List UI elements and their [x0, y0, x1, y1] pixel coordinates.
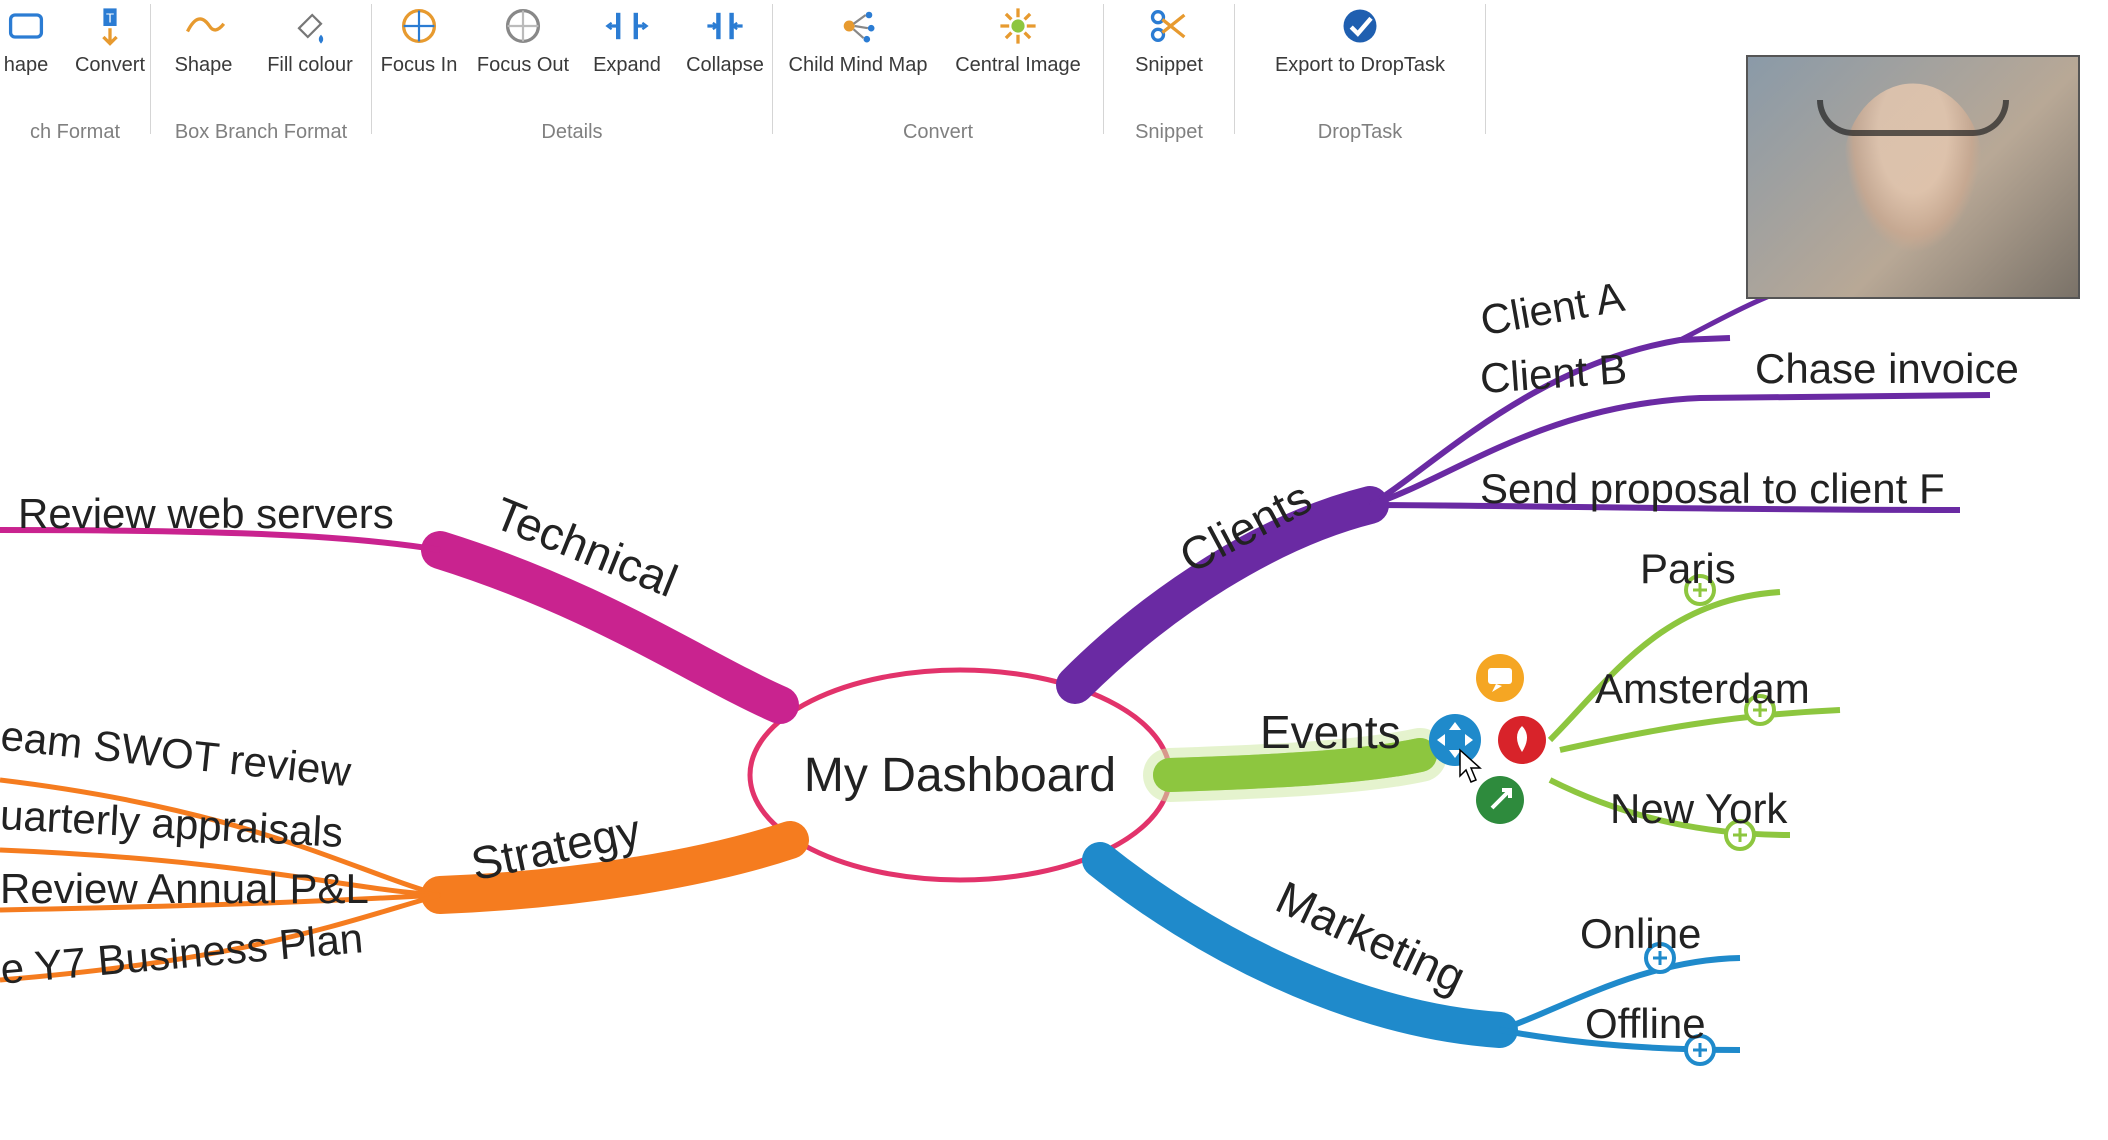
snippet-label: Snippet — [1135, 54, 1203, 77]
export-droptask-button[interactable]: Export to DropTask — [1245, 0, 1475, 119]
ribbon-group-box-branch: Shape Fill colour Box Branch Format — [151, 0, 371, 150]
child-mind-map-icon — [836, 4, 880, 48]
flame-icon[interactable] — [1498, 716, 1546, 764]
focus-in-button[interactable]: Focus In — [370, 0, 468, 119]
svg-text:T: T — [106, 11, 114, 26]
focus-in-icon — [397, 4, 441, 48]
shape-button-a[interactable]: hape — [0, 0, 61, 119]
focus-out-icon — [501, 4, 545, 48]
focus-out-label: Focus Out — [477, 54, 569, 77]
focus-out-button[interactable]: Focus Out — [468, 0, 578, 119]
ribbon-group-ch-format: hape T Convert ch Format — [0, 0, 150, 150]
collapse-button[interactable]: Collapse — [676, 0, 774, 119]
branch-label-events[interactable]: Events — [1260, 705, 1401, 759]
arrow-up-icon[interactable] — [1476, 776, 1524, 824]
leaf-paris[interactable]: Paris — [1640, 545, 1736, 593]
convert-button-a[interactable]: T Convert — [61, 0, 159, 119]
leaf-newyork[interactable]: New York — [1610, 785, 1787, 833]
webcam-overlay — [1746, 55, 2080, 299]
export-droptask-label: Export to DropTask — [1275, 54, 1445, 77]
fill-colour-icon — [288, 4, 332, 48]
snippet-button[interactable]: Snippet — [1104, 0, 1234, 119]
leaf-online[interactable]: Online — [1580, 910, 1701, 958]
central-node-label[interactable]: My Dashboard — [800, 748, 1120, 803]
focus-in-label: Focus In — [381, 54, 458, 77]
expand-label: Expand — [593, 54, 661, 77]
child-mind-map-label: Child Mind Map — [789, 54, 928, 77]
fill-colour-button[interactable]: Fill colour — [253, 0, 368, 119]
leaf-review-web-servers[interactable]: Review web servers — [18, 490, 394, 538]
speech-bubble-icon[interactable] — [1476, 654, 1524, 702]
central-image-label: Central Image — [955, 54, 1081, 77]
ribbon-group-droptask: Export to DropTask DropTask — [1235, 0, 1485, 150]
branch-events-amsterdam[interactable] — [1560, 710, 1840, 750]
child-mind-map-button[interactable]: Child Mind Map — [778, 0, 938, 119]
leaf-send-proposal[interactable]: Send proposal to client F — [1480, 465, 1945, 513]
ribbon-group-details: Focus In Focus Out Expand Collapse — [372, 0, 772, 150]
central-image-button[interactable]: Central Image — [938, 0, 1098, 119]
group-label-snippet: Snippet — [1104, 121, 1234, 144]
convert-label-a: Convert — [75, 54, 145, 77]
group-label-ch-format: ch Format — [0, 121, 150, 144]
leaf-chase-invoice[interactable]: Chase invoice — [1755, 345, 2019, 393]
text-convert-icon: T — [88, 4, 132, 48]
shape-button-b[interactable]: Shape — [155, 0, 253, 119]
ribbon-separator — [1485, 4, 1486, 134]
leaf-client-b[interactable]: Client B — [1479, 345, 1629, 403]
snippet-icon — [1147, 4, 1191, 48]
group-label-details: Details — [372, 121, 772, 144]
expand-icon — [605, 4, 649, 48]
group-label-convert: Convert — [773, 121, 1103, 144]
collapse-icon — [703, 4, 747, 48]
leaf-amsterdam[interactable]: Amsterdam — [1595, 665, 1810, 713]
shape-label-b: Shape — [175, 54, 233, 77]
export-droptask-icon — [1338, 4, 1382, 48]
ribbon-group-convert: Child Mind Map Central Image Convert — [773, 0, 1103, 150]
leaf-offline[interactable]: Offline — [1585, 1000, 1706, 1048]
central-image-icon — [996, 4, 1040, 48]
shape-label-a: hape — [4, 54, 49, 77]
group-label-droptask: DropTask — [1235, 121, 1485, 144]
ribbon-group-snippet: Snippet Snippet — [1104, 0, 1234, 150]
leaf-review-annual-pl[interactable]: Review Annual P&L — [0, 865, 369, 913]
group-label-box-branch: Box Branch Format — [151, 121, 371, 144]
shape-icon — [182, 4, 226, 48]
fill-colour-label: Fill colour — [267, 54, 353, 77]
drag-handle-icon[interactable] — [1429, 714, 1481, 766]
collapse-label: Collapse — [686, 54, 764, 77]
expand-button[interactable]: Expand — [578, 0, 676, 119]
shape-icon — [4, 4, 48, 48]
